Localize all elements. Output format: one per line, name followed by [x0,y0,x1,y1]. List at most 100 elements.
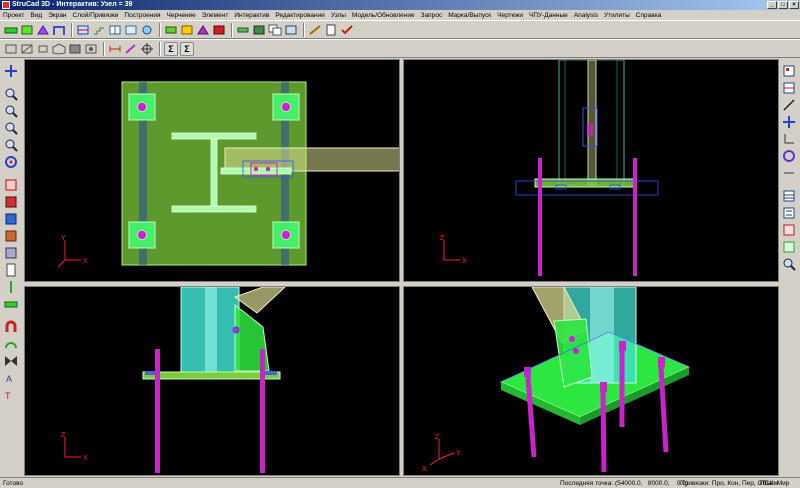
menu-bar: Проект Вид Экран Слой/Привязки Построени… [0,10,800,20]
measure-icon[interactable] [108,42,122,56]
view-icon[interactable] [284,23,298,37]
select-icon[interactable] [3,178,19,192]
stair-icon[interactable] [92,23,106,37]
arc-icon[interactable] [3,337,19,351]
zoom-out-icon[interactable] [3,138,19,152]
menu-screen[interactable]: Экран [48,12,66,19]
crosshair-icon[interactable] [140,42,154,56]
menu-project[interactable]: Проект [3,12,24,19]
close-button[interactable]: × [789,1,799,9]
menu-query[interactable]: Запрос [421,12,443,19]
viewport-iso[interactable]: Z Y X [403,286,779,476]
view-box-icon[interactable] [68,42,82,56]
menu-model[interactable]: Модель/Обновление [352,12,415,19]
axis-label-x: X [83,258,88,265]
menu-layers[interactable]: Слой/Привязки [73,12,119,19]
viewport-front-zoom[interactable]: Z X [24,286,400,476]
view-iso-icon[interactable] [52,42,66,56]
app-icon [2,1,10,9]
portal-icon[interactable] [52,23,66,37]
minimize-button[interactable]: _ [767,1,777,9]
sum-bar-icon[interactable]: Σ [180,41,194,56]
member-icon[interactable] [236,23,250,37]
show-icon[interactable] [3,229,19,243]
list-icon[interactable] [781,206,797,220]
view-top-icon[interactable] [36,42,50,56]
plate-green-icon[interactable] [3,297,19,311]
menu-element[interactable]: Элемент [202,12,229,19]
move-icon[interactable] [781,115,797,129]
view-side-icon[interactable] [20,42,34,56]
menu-analysis[interactable]: Analysis [574,12,598,19]
menu-drawings[interactable]: Чертежи [497,12,523,19]
menu-drafting[interactable]: Черчение [167,12,196,19]
beam-icon[interactable] [4,23,18,37]
menu-view[interactable]: Вид [30,12,42,19]
copy-rows-icon[interactable] [781,81,797,95]
axis-label-z: Z [435,434,440,441]
node-icon[interactable] [140,23,154,37]
viewport-front[interactable]: Z X [403,59,779,282]
model-icon[interactable] [3,246,19,260]
check-icon[interactable] [340,23,354,37]
axis-label-y: Y [61,235,66,242]
view-front-icon[interactable] [4,42,18,56]
hide-icon[interactable] [3,212,19,226]
menu-nodes[interactable]: Узлы [331,12,346,19]
connection-icon[interactable] [76,23,90,37]
divider-icon[interactable] [781,166,797,180]
crosshair-icon[interactable] [3,64,19,78]
right-tool-palette [778,58,800,476]
export-icon[interactable] [781,240,797,254]
search-icon[interactable] [781,257,797,271]
copy-icon[interactable] [268,23,282,37]
text-icon[interactable]: A [3,371,19,385]
menu-cnc[interactable]: ЧПУ-Данные [529,12,568,19]
layer-icon[interactable] [3,195,19,209]
edit-grid-icon[interactable] [781,64,797,78]
zoom-in-icon[interactable] [3,121,19,135]
sheet-icon[interactable] [324,23,338,37]
last-point-readout: Последняя точка: (54000.0, 8000.0, 0.0) [560,480,688,487]
insert-icon[interactable] [3,280,19,294]
status-bar: Готово Последняя точка: (54000.0, 8000.0… [0,477,800,488]
render-icon[interactable] [84,42,98,56]
table-icon[interactable] [781,189,797,203]
status-text: Готово [3,479,24,487]
maximize-button[interactable]: □ [778,1,788,9]
viewport-plan[interactable]: Y X [24,59,400,282]
assembly-icon[interactable] [252,23,266,37]
column-icon[interactable] [20,23,34,37]
menu-interactive[interactable]: Интерактив [234,12,269,19]
target-icon[interactable] [3,155,19,169]
zoom-window-icon[interactable] [3,104,19,118]
transfer-icon[interactable] [781,223,797,237]
last-point-label: Последняя точка: ( [560,479,618,487]
menu-utilities[interactable]: Утилиты [604,12,630,19]
window-icon[interactable] [124,23,138,37]
brace-icon[interactable] [36,23,50,37]
sum-icon[interactable]: Σ [164,41,178,56]
ucs-status[interactable]: ПСК: Мир [760,480,789,487]
grid-icon[interactable] [108,23,122,37]
last-point-values: 54000.0, 8000.0, 0.0) [617,479,689,487]
menu-help[interactable]: Справка [636,12,662,19]
corner-icon[interactable] [781,132,797,146]
bowtie-icon[interactable] [3,354,19,368]
menu-construction[interactable]: Построения [124,12,160,19]
pen-icon[interactable] [124,42,138,56]
pencil-icon[interactable] [308,23,322,37]
menu-mark[interactable]: Марка/Выпуск [448,12,491,19]
tag-icon[interactable]: T [3,388,19,402]
magnet-icon[interactable] [3,320,19,334]
member-list-icon[interactable] [3,263,19,277]
zoom-icon[interactable] [3,87,19,101]
plate-icon[interactable] [164,23,178,37]
svg-text:A: A [6,374,12,384]
bolt-icon[interactable] [180,23,194,37]
line-icon[interactable] [781,98,797,112]
menu-edit[interactable]: Редактирование [275,12,325,19]
cut-icon[interactable] [212,23,226,37]
weld-icon[interactable] [196,23,210,37]
rotate-icon[interactable] [781,149,797,163]
